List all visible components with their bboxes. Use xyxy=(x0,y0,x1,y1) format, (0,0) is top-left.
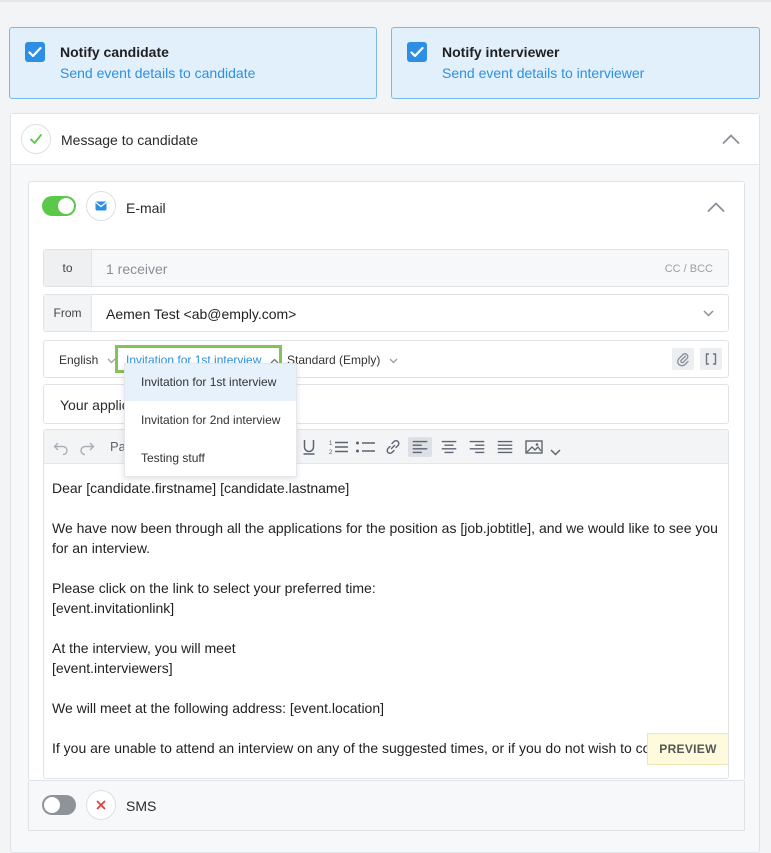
body-paragraph: Dear [candidate.firstname] [candidate.la… xyxy=(52,480,350,496)
message-panel: Message to candidate E-mail to 1 receive… xyxy=(10,113,760,853)
language-value: English xyxy=(59,353,99,367)
to-field[interactable]: to 1 receiver CC / BCC xyxy=(43,249,729,287)
chevron-up-icon[interactable] xyxy=(707,201,725,213)
envelope-icon xyxy=(86,191,116,221)
body-paragraph: We have now been through all the applica… xyxy=(52,520,718,556)
check-icon xyxy=(28,46,42,58)
message-header[interactable]: Message to candidate xyxy=(11,114,759,165)
from-value: Aemen Test <ab@emply.com> xyxy=(106,306,297,322)
align-center-icon[interactable] xyxy=(437,437,461,457)
align-justify-icon[interactable] xyxy=(493,437,517,457)
body-paragraph: We will meet at the following address: [… xyxy=(52,700,385,716)
chevron-down-icon xyxy=(389,358,398,364)
notify-interviewer-checkbox[interactable] xyxy=(407,42,427,62)
chevron-up-icon[interactable] xyxy=(722,133,740,145)
language-select[interactable]: English xyxy=(59,353,116,367)
underline-icon[interactable] xyxy=(301,437,317,457)
dropdown-option[interactable]: Invitation for 2nd interview xyxy=(125,402,296,439)
template-dropdown-menu: Invitation for 1st interview Invitation … xyxy=(124,363,297,477)
svg-text:1: 1 xyxy=(329,441,333,447)
from-field[interactable]: From Aemen Test <ab@emply.com> xyxy=(43,294,729,332)
align-right-icon[interactable] xyxy=(465,437,489,457)
notify-candidate-card[interactable]: Notify candidate Send event details to c… xyxy=(9,27,377,99)
sms-label: SMS xyxy=(126,798,157,814)
top-divider xyxy=(0,0,771,2)
cc-bcc-link[interactable]: CC / BCC xyxy=(665,263,713,275)
preview-button[interactable]: PREVIEW xyxy=(647,733,728,765)
bullet-list-icon[interactable] xyxy=(355,437,377,457)
body-paragraph: Please click on the link to select your … xyxy=(52,580,376,616)
chevron-down-icon xyxy=(703,310,714,317)
notify-candidate-checkbox[interactable] xyxy=(25,42,45,62)
close-icon xyxy=(86,790,116,820)
notify-candidate-title: Notify candidate xyxy=(60,44,169,60)
email-body: Dear [candidate.firstname] [candidate.la… xyxy=(52,478,724,778)
layout-select[interactable]: Standard (Emply) xyxy=(287,353,398,367)
fullscreen-icon[interactable] xyxy=(700,348,722,370)
dropdown-option[interactable]: Testing stuff xyxy=(125,440,296,477)
align-left-icon[interactable] xyxy=(408,437,432,457)
email-toggle[interactable] xyxy=(42,196,76,216)
ordered-list-icon[interactable]: 12 xyxy=(328,437,350,457)
to-value: 1 receiver xyxy=(106,261,168,277)
email-label: E-mail xyxy=(126,200,166,216)
check-icon xyxy=(410,46,424,58)
redo-icon[interactable] xyxy=(78,437,96,457)
notify-interviewer-card[interactable]: Notify interviewer Send event details to… xyxy=(391,27,760,99)
undo-icon[interactable] xyxy=(52,437,70,457)
sms-section: SMS xyxy=(28,781,745,831)
from-label: From xyxy=(44,295,92,331)
success-check-icon xyxy=(21,124,51,154)
layout-value: Standard (Emply) xyxy=(287,353,381,367)
body-paragraph: If you are unable to attend an interview… xyxy=(52,740,651,756)
email-editor[interactable]: Pa 12 Dear [candidate.firstname] [candid… xyxy=(43,429,729,779)
sms-toggle[interactable] xyxy=(42,795,76,815)
image-icon[interactable] xyxy=(524,437,544,457)
email-section: E-mail to 1 receiver CC / BCC From Aemen… xyxy=(28,181,745,781)
body-paragraph: At the interview, you will meet [event.i… xyxy=(52,640,236,676)
notify-interviewer-subtitle: Send event details to interviewer xyxy=(442,65,645,81)
subject-value: Your applic xyxy=(60,397,129,413)
link-icon[interactable] xyxy=(383,437,403,457)
attachment-icon[interactable] xyxy=(672,348,694,370)
notify-candidate-subtitle: Send event details to candidate xyxy=(60,65,256,81)
svg-text:2: 2 xyxy=(329,450,333,456)
chevron-down-icon[interactable] xyxy=(550,443,561,463)
dropdown-option[interactable]: Invitation for 1st interview xyxy=(125,364,296,401)
notify-interviewer-title: Notify interviewer xyxy=(442,44,560,60)
to-label: to xyxy=(44,250,92,286)
message-title: Message to candidate xyxy=(61,132,198,148)
